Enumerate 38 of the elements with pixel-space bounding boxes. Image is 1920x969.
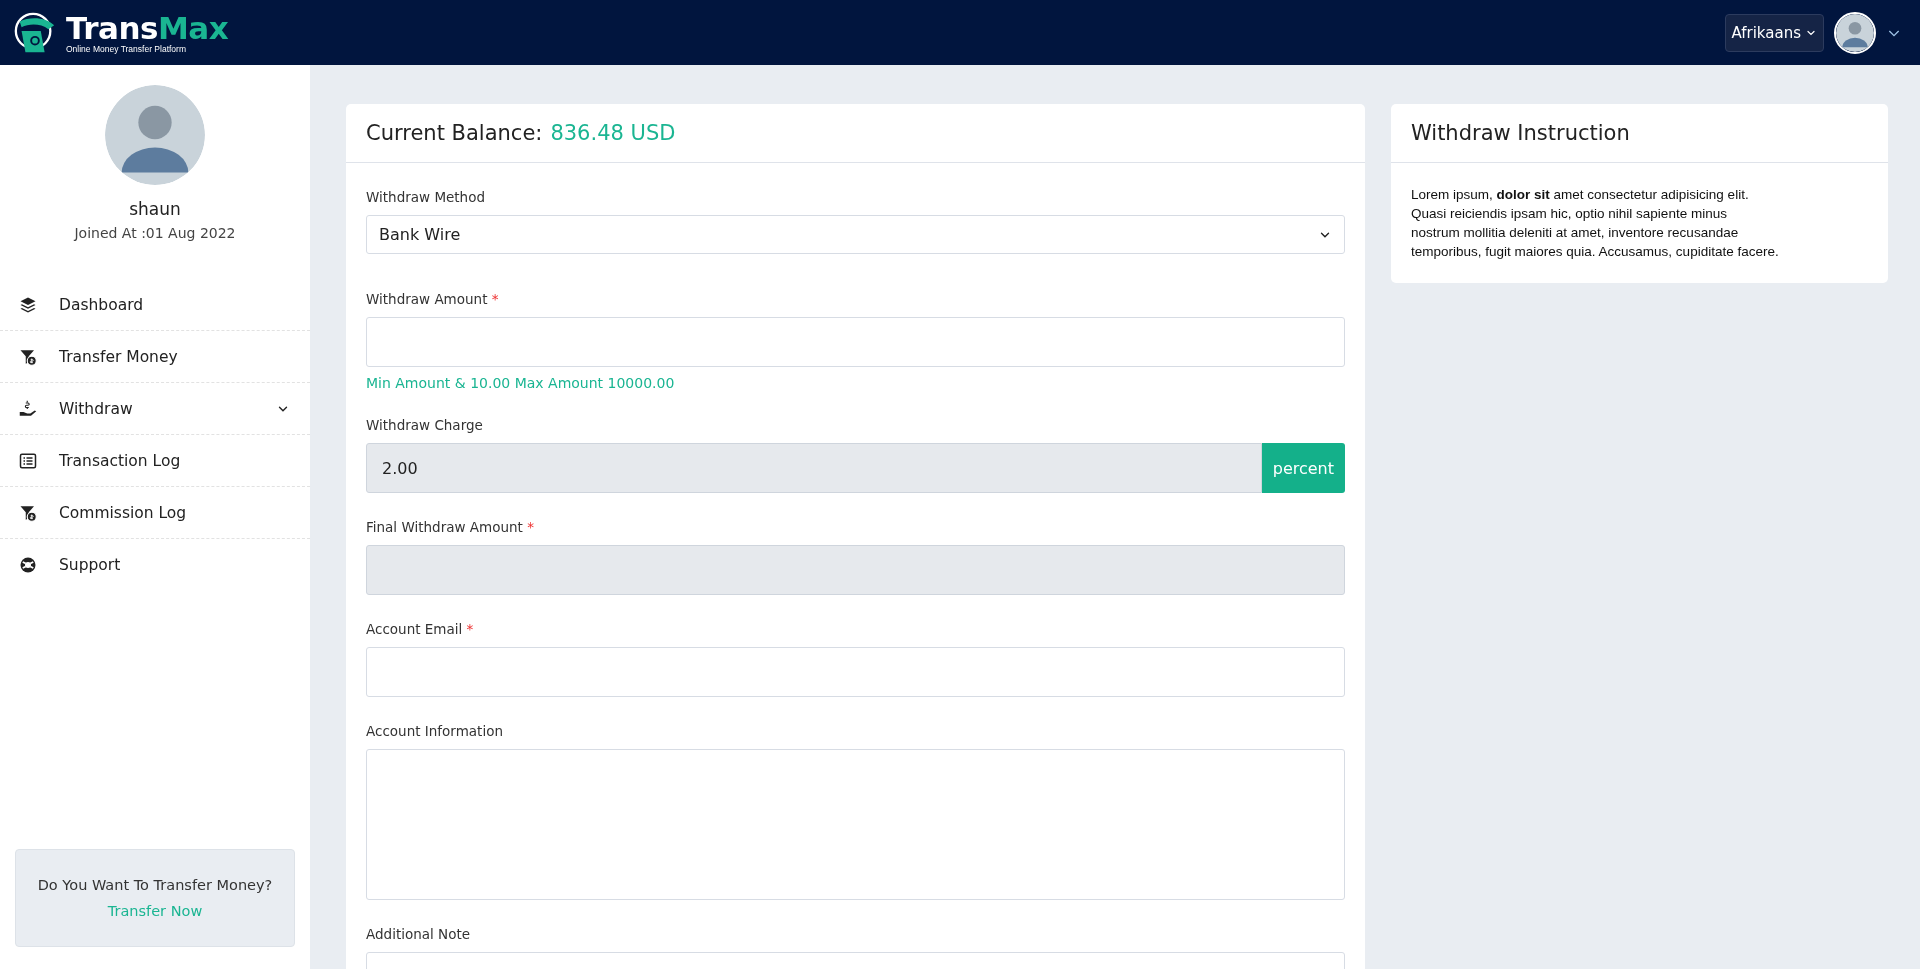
field-label: Withdraw Charge: [366, 417, 484, 433]
field-label: Withdraw Method: [366, 189, 486, 205]
brand-name: TransMax: [66, 11, 229, 44]
user-name: shaun: [129, 199, 181, 219]
input-field[interactable]: 2.00: [366, 443, 1262, 493]
sidebar-item[interactable]: Withdraw: [0, 383, 310, 435]
layers-icon: [19, 295, 37, 314]
hand-coin-icon: [19, 399, 37, 418]
funnel-coin-icon: [19, 347, 37, 366]
sidebar-item[interactable]: Transfer Money: [0, 331, 310, 383]
instruction-text: Lorem ipsum, dolor sit amet consectetur adipisicing elit. Quasi reiciendis ipsam hic, optio nihil sapiente minus nostrum mollitia deleniti at amet, inventore recusandae temporibus, fugit maiores quia. Accusamus, cupiditate facere.: [1410, 186, 1780, 261]
textarea-field[interactable]: [366, 749, 1345, 900]
input-field[interactable]: [366, 545, 1345, 595]
unit-label: percent: [1261, 443, 1345, 493]
sidebar-item[interactable]: Support: [0, 539, 310, 590]
promo-text: Do You Want To Transfer Money?: [37, 877, 273, 893]
sidebar-item[interactable]: Transaction Log: [0, 435, 310, 487]
list-icon: [19, 451, 37, 470]
lifebuoy-icon: [19, 555, 37, 574]
card-title: Withdraw Instruction: [1411, 121, 1630, 145]
language-select[interactable]: Afrikaans: [1724, 13, 1824, 52]
field-label: Additional Note: [366, 926, 472, 942]
input-field[interactable]: [366, 647, 1345, 697]
join-date: Joined At :01 Aug 2022: [74, 225, 236, 241]
field-label: Account Information: [366, 723, 504, 739]
balance-amount: 836.48 USD: [550, 121, 676, 145]
brand-tagline: Online Money Transfer Platform: [66, 43, 187, 54]
input-field[interactable]: [366, 317, 1345, 367]
sidebar-item[interactable]: Dashboard: [0, 279, 310, 331]
field-label: Withdraw Amount *: [366, 291, 500, 307]
select-field[interactable]: Bank Wire: [366, 215, 1345, 254]
funnel-coin-icon: [19, 503, 37, 522]
amount-hint: Min Amount & 10.00 Max Amount 10000.00: [366, 375, 676, 391]
sidebar-item[interactable]: Commission Log: [0, 487, 310, 539]
field-label: Final Withdraw Amount *: [366, 519, 535, 535]
field-label: Account Email *: [366, 621, 475, 637]
avatar: [1834, 11, 1876, 54]
balance-label: Current Balance:: [366, 121, 543, 145]
